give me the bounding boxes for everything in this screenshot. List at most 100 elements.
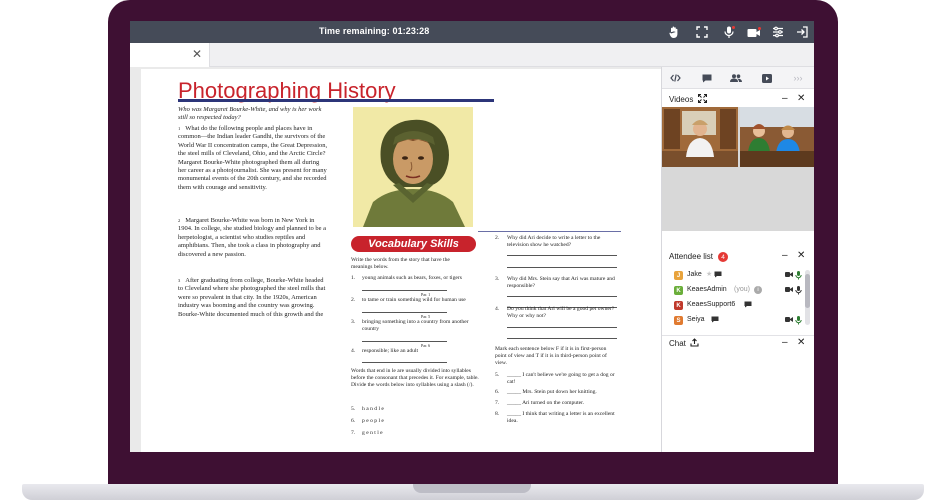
vocab-item-number: 3.	[351, 319, 356, 325]
close-icon[interactable]: ✕	[797, 250, 805, 261]
intro-question: Who was Margaret Bourke-White, and why i…	[178, 106, 322, 121]
info-icon[interactable]: i	[754, 286, 762, 294]
syllable-item-number: 5.	[351, 406, 356, 412]
pov-item-text: _____ I can't believe we're going to get…	[507, 372, 615, 385]
attendee-row[interactable]: S Seiya	[674, 315, 804, 327]
microphone-icon[interactable]	[795, 286, 803, 295]
close-icon[interactable]: ✕	[192, 47, 202, 61]
settings-icon[interactable]	[770, 24, 786, 40]
hand-icon[interactable]	[666, 24, 682, 40]
microphone-icon[interactable]	[721, 24, 737, 40]
timer-label: Time remaining:	[319, 26, 390, 36]
paragraph: 2 Margaret Bourke-White was born in New Y…	[178, 217, 328, 259]
answer-line[interactable]	[507, 327, 617, 328]
pov-item-number: 7.	[495, 400, 500, 406]
paragraph-text: After graduating from college, Bourke-Wh…	[178, 277, 326, 318]
syllable-instructions: Words that end in le are usually divided…	[351, 368, 479, 388]
microphone-icon[interactable]	[795, 316, 803, 325]
chat-panel-header: Chat – ✕	[662, 335, 814, 351]
document-viewer: Photographing History Who was Margaret B…	[130, 67, 661, 452]
vocabulary-skills-heading: Vocabulary Skills	[351, 236, 476, 252]
scrollbar-thumb[interactable]	[805, 274, 810, 308]
answer-line[interactable]	[362, 312, 447, 313]
close-icon[interactable]: ✕	[797, 93, 805, 104]
pov-item-number: 5.	[495, 372, 500, 378]
question-number: 4.	[495, 306, 500, 312]
syllable-word: h a n d l e	[362, 406, 384, 412]
question-number: 3.	[495, 276, 500, 282]
section-divider	[478, 231, 621, 232]
star-icon[interactable]: ★	[706, 270, 714, 278]
document-page: Photographing History Who was Margaret B…	[141, 69, 661, 452]
people-icon[interactable]	[729, 71, 743, 85]
question-text: Do you think that Ari will be a good pet…	[507, 306, 615, 319]
top-toolbar: Time remaining: 01:23:28	[130, 21, 814, 43]
code-icon[interactable]	[668, 71, 682, 85]
close-icon[interactable]: ✕	[797, 337, 805, 348]
vocab-item-text: bringing something into a country from a…	[362, 319, 469, 332]
microphone-icon[interactable]	[795, 271, 803, 280]
fullscreen-icon[interactable]	[694, 24, 710, 40]
exit-icon[interactable]	[794, 24, 810, 40]
attendee-title: Attendee list	[669, 252, 714, 261]
attendee-panel-header: Attendee list 4 – ✕	[662, 249, 814, 265]
pov-item-text: _____ Mrs. Stein put down her knitting.	[507, 389, 597, 395]
camera-icon[interactable]	[785, 271, 793, 279]
minimize-icon[interactable]: –	[782, 250, 788, 261]
question-text: Why did Ari decide to write a letter to …	[507, 235, 601, 248]
paragraph-number: 3	[178, 278, 181, 283]
camera-icon[interactable]	[785, 286, 793, 294]
minimize-icon[interactable]: –	[782, 337, 788, 348]
right-sidebar: ››› Videos – ✕ Attendee list 4 – ✕ J Jak…	[661, 67, 814, 452]
answer-line[interactable]	[507, 296, 617, 297]
answer-line[interactable]	[507, 267, 617, 268]
pov-item-text: _____ Ari turned on the computer.	[507, 400, 585, 406]
timer: Time remaining: 01:23:28	[319, 26, 429, 36]
upload-icon[interactable]	[690, 338, 699, 350]
app-screen: Time remaining: 01:23:28 ✕ Photographing…	[130, 21, 814, 452]
minimize-icon[interactable]: –	[782, 93, 788, 104]
attendee-name: KeaesAdmin	[687, 286, 727, 293]
answer-line[interactable]	[362, 290, 447, 291]
question-text: Why did Mrs. Stein say that Ari was matu…	[507, 276, 615, 289]
document-tab[interactable]: ✕	[130, 43, 210, 67]
attendee-row[interactable]: K KeaesSupport6	[674, 300, 804, 312]
camera-icon[interactable]	[785, 316, 793, 324]
vocab-item-number: 4.	[351, 348, 356, 354]
avatar: S	[674, 316, 683, 325]
video-panel	[662, 107, 814, 231]
chat-bubble-icon[interactable]	[714, 271, 722, 279]
you-label: (you)	[734, 286, 750, 293]
video-play-icon[interactable]	[760, 71, 774, 85]
pov-item-number: 8.	[495, 411, 500, 417]
syllable-word: p e o p l e	[362, 418, 384, 424]
videos-title: Videos	[669, 95, 694, 104]
syllable-item-number: 7.	[351, 430, 356, 436]
paragraph-text: Margaret Bourke-White was born in New Yo…	[178, 217, 327, 258]
more-icon[interactable]: ›››	[791, 71, 805, 85]
pov-item-text: _____ I think that writing a letter is a…	[507, 411, 615, 424]
chat-bubble-icon[interactable]	[744, 301, 752, 309]
attendee-row[interactable]: K KeaesAdmin (you) i	[674, 285, 804, 297]
attendee-name: Jake	[687, 271, 702, 278]
attendee-count-badge: 4	[718, 252, 728, 262]
chat-icon[interactable]	[700, 71, 714, 85]
laptop-notch	[413, 484, 531, 493]
chat-bubble-icon[interactable]	[711, 316, 719, 324]
answer-line[interactable]	[507, 255, 617, 256]
attendee-row[interactable]: J Jake ★	[674, 270, 804, 282]
syllable-word: g e n t l e	[362, 430, 383, 436]
attendee-scrollbar[interactable]	[805, 270, 810, 325]
vocab-item-text: to tame or train something wild for huma…	[362, 297, 466, 303]
expand-icon[interactable]	[698, 94, 707, 106]
answer-line[interactable]	[362, 341, 447, 342]
paragraph-number: 2	[178, 218, 181, 223]
avatar: K	[674, 286, 683, 295]
vocab-instructions: Write the words from the story that have…	[351, 257, 450, 270]
video-feed	[662, 107, 814, 167]
answer-line[interactable]	[507, 338, 617, 339]
answer-line[interactable]	[362, 362, 447, 363]
paragraph-number: 1	[178, 126, 181, 131]
paragraph: 1 What do the following people and places…	[178, 125, 328, 192]
camera-icon[interactable]	[746, 24, 762, 40]
